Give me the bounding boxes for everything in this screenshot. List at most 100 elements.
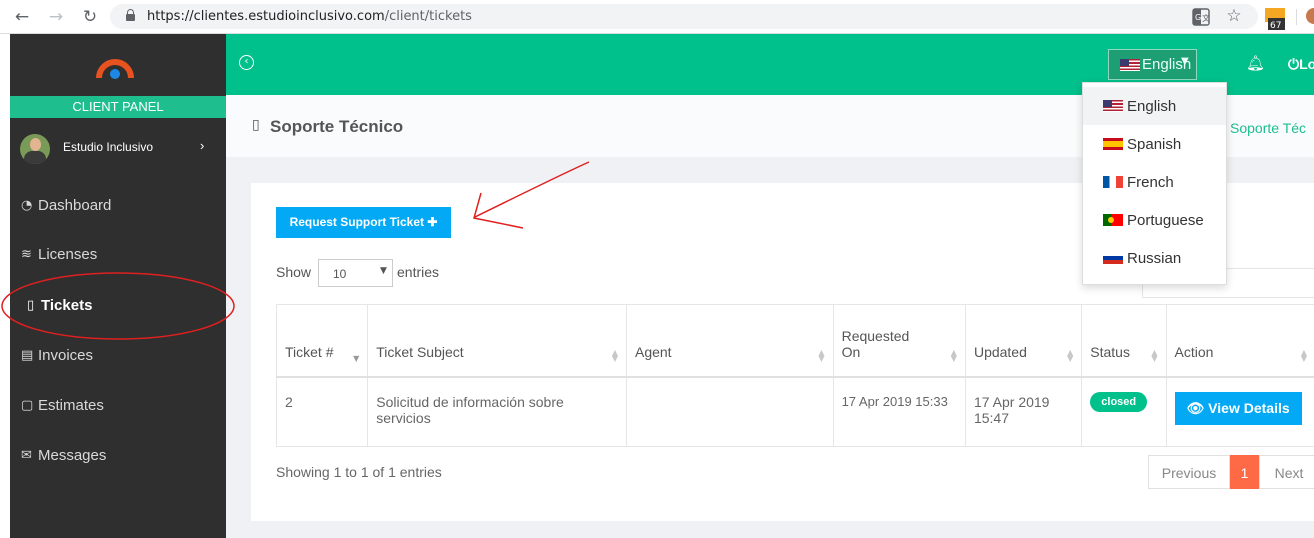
ticket-updated: 17 Apr 2019 15:47	[964, 376, 1083, 447]
extension-icon[interactable]: 67	[1265, 8, 1285, 31]
next-page-button[interactable]: Next	[1259, 455, 1314, 489]
ticket-number: 2	[275, 376, 369, 447]
logo-icon[interactable]	[95, 48, 135, 80]
sidebar-item-estimates[interactable]: ▢ Estimates	[10, 381, 226, 431]
breadcrumb[interactable]: Soporte Téc	[1230, 120, 1306, 136]
lock-icon	[126, 9, 135, 22]
sidebar-item-messages[interactable]: ✉ Messages	[10, 431, 226, 481]
sort-icon: ▲ ▼	[1067, 347, 1074, 363]
language-option-label: Portuguese	[1127, 212, 1204, 229]
language-dropdown-button[interactable]: English ▼	[1108, 49, 1197, 80]
fr-flag-icon	[1103, 176, 1123, 188]
column-header-requested[interactable]: Requested On ▲ ▼	[832, 304, 966, 378]
sidebar-item-label: Estimates	[38, 397, 104, 414]
table-row: 2 Solicitud de información sobre servici…	[275, 376, 1314, 447]
client-panel-label: CLIENT PANEL	[10, 96, 226, 118]
sidebar-item-label: Tickets	[41, 297, 93, 314]
svg-text:G: G	[1195, 13, 1201, 22]
toolbar-divider	[1296, 9, 1297, 25]
language-option-label: English	[1127, 98, 1177, 115]
forward-arrow-icon[interactable]: →	[46, 7, 66, 27]
bookmark-star-icon[interactable]: ☆	[1224, 6, 1244, 26]
dashboard-icon: ◔	[21, 198, 33, 213]
sidebar-item-dashboard[interactable]: ◔ Dashboard	[10, 181, 226, 231]
column-header-action[interactable]: Action ▲ ▼	[1165, 304, 1314, 378]
sidebar-item-label: Licenses	[38, 246, 98, 263]
entries-value: 10	[333, 267, 347, 281]
us-flag-icon	[1120, 59, 1140, 71]
caret-down-icon: ▼	[380, 266, 387, 276]
entries-label: entries	[397, 264, 440, 280]
power-icon: ⏻	[1288, 56, 1300, 72]
logout-button[interactable]: ⏻Lo	[1288, 56, 1314, 73]
sort-icon: ▲ ▼	[818, 347, 825, 363]
translate-icon[interactable]: G文	[1192, 8, 1210, 26]
sort-icon: ▲ ▼	[611, 347, 618, 363]
language-menu: English Spanish French Portuguese Russia…	[1082, 82, 1227, 285]
status-badge: closed	[1090, 391, 1148, 412]
ru-flag-icon	[1103, 252, 1123, 264]
sidebar-item-tickets[interactable]: ▯ Tickets	[10, 281, 226, 331]
column-header-ticket[interactable]: Ticket # ▼	[275, 304, 369, 378]
user-profile[interactable]: Estudio Inclusivo ›	[10, 126, 226, 170]
url-host: https://clientes.estudioinclusivo.com	[147, 9, 385, 24]
view-details-button[interactable]: 👁 View Details	[1174, 391, 1302, 425]
address-bar[interactable]: https://clientes.estudioinclusivo.com/cl…	[110, 4, 1258, 29]
layers-icon: ≋	[21, 247, 32, 262]
column-header-status[interactable]: Status ▲ ▼	[1081, 304, 1167, 378]
invoice-icon: ▤	[21, 348, 34, 363]
language-option-russian[interactable]: Russian	[1083, 239, 1226, 277]
es-flag-icon	[1103, 138, 1123, 150]
sidebar-item-licenses[interactable]: ≋ Licenses	[10, 230, 226, 280]
user-name: Estudio Inclusivo	[63, 140, 154, 154]
current-page-button[interactable]: 1	[1230, 455, 1259, 489]
entries-select[interactable]: 10 ▼	[318, 259, 393, 287]
svg-text:文: 文	[1202, 13, 1210, 23]
language-option-label: Russian	[1127, 250, 1182, 267]
language-option-label: French	[1127, 174, 1174, 191]
table-header-row: Ticket # ▼ Ticket Subject ▲ ▼ Agent ▲ ▼ Reque…	[275, 304, 1314, 378]
column-header-updated[interactable]: Updated ▲ ▼	[964, 304, 1083, 378]
sidebar-item-label: Dashboard	[38, 197, 112, 214]
tickets-table: Ticket # ▼ Ticket Subject ▲ ▼ Agent ▲ ▼ Reque…	[275, 304, 1314, 447]
ticket-icon: ▯	[252, 117, 260, 133]
sort-desc-icon: ▼	[353, 353, 360, 363]
extension-badge: 67	[1270, 21, 1281, 30]
language-option-spanish[interactable]: Spanish	[1083, 125, 1226, 163]
sidebar-item-label: Messages	[38, 447, 107, 464]
bell-icon[interactable]: 🔔︎	[1246, 54, 1265, 72]
ticket-subject: Solicitud de información sobre servicios	[367, 376, 627, 447]
file-icon: ▢	[21, 398, 34, 413]
page-title: Soporte Técnico	[270, 117, 404, 136]
ticket-agent	[625, 376, 834, 447]
language-option-portuguese[interactable]: Portuguese	[1083, 201, 1226, 239]
url-path: /client/tickets	[384, 9, 472, 24]
avatar	[20, 134, 50, 164]
language-option-french[interactable]: French	[1083, 163, 1226, 201]
sidebar-item-label: Invoices	[38, 347, 94, 364]
collapse-sidebar-icon[interactable]: ‹	[239, 55, 254, 70]
request-support-ticket-button[interactable]: Request Support Ticket ✚	[276, 207, 451, 238]
ticket-requested-on: 17 Apr 2019 15:33	[832, 376, 966, 447]
sort-icon: ▲ ▼	[1151, 347, 1158, 363]
profile-avatar-icon[interactable]	[1306, 8, 1314, 24]
column-header-agent[interactable]: Agent ▲ ▼	[625, 304, 834, 378]
previous-page-button[interactable]: Previous	[1148, 455, 1230, 489]
pt-flag-icon	[1103, 214, 1123, 226]
language-option-english[interactable]: English	[1083, 87, 1226, 125]
column-header-subject[interactable]: Ticket Subject ▲ ▼	[367, 304, 627, 378]
envelope-icon: ✉	[21, 448, 32, 463]
logout-label: Lo	[1299, 56, 1314, 72]
sidebar-item-invoices[interactable]: ▤ Invoices	[10, 331, 226, 381]
sort-icon: ▲ ▼	[950, 347, 957, 363]
back-arrow-icon[interactable]: ←	[12, 7, 32, 27]
reload-icon[interactable]: ↻	[80, 7, 100, 27]
us-flag-icon	[1103, 100, 1123, 112]
caret-down-icon: ▼	[1181, 56, 1189, 67]
table-info: Showing 1 to 1 of 1 entries	[276, 464, 442, 480]
show-label: Show	[276, 264, 312, 280]
sidebar: CLIENT PANEL Estudio Inclusivo › ◔ Dashb…	[10, 34, 226, 538]
browser-toolbar: ← → ↻ https://clientes.estudioinclusivo.…	[0, 0, 1314, 34]
ticket-icon: ▯	[27, 298, 35, 313]
sort-icon: ▲ ▼	[1300, 347, 1307, 363]
